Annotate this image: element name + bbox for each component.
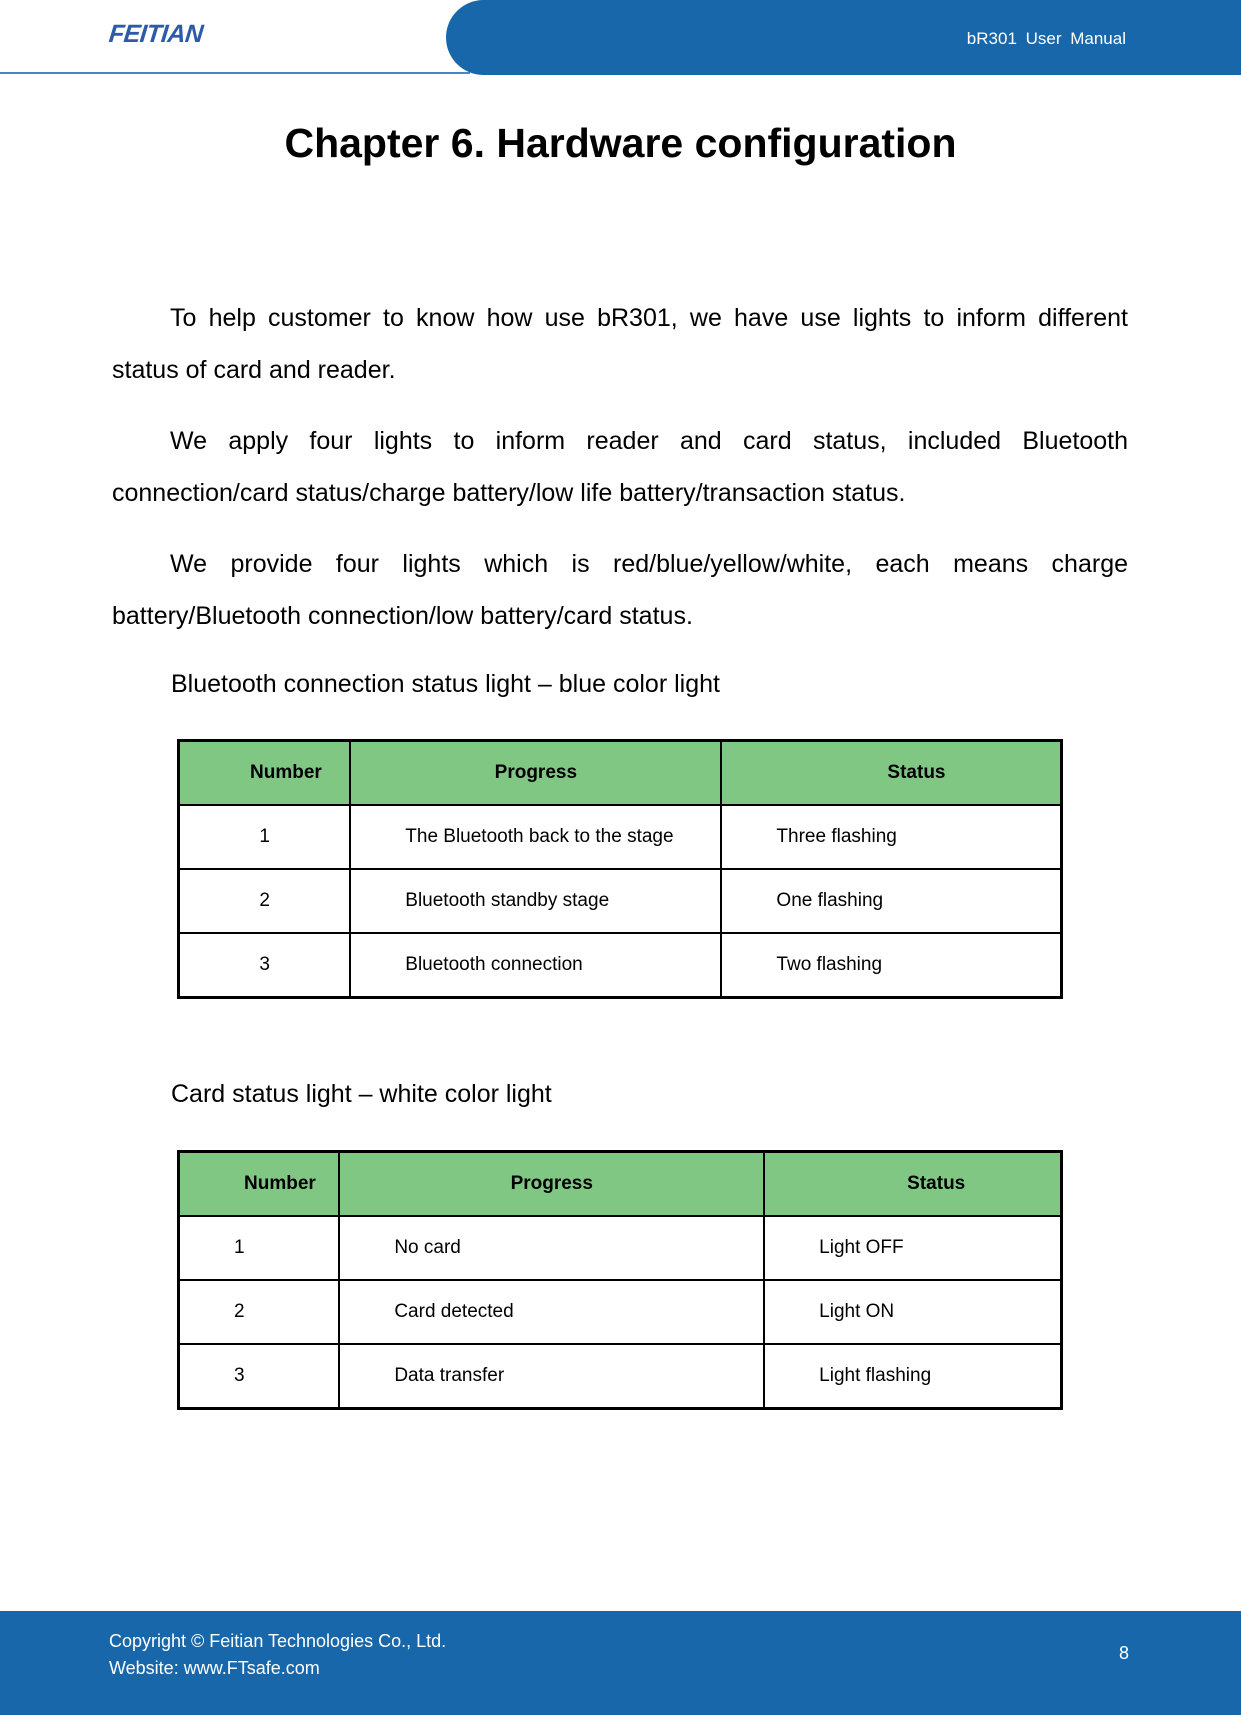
- footer-info: Copyright © Feitian Technologies Co., Lt…: [109, 1628, 446, 1682]
- bluetooth-light-table: Number Progress Status 1 The Bluetooth b…: [177, 739, 1063, 999]
- column-header-number: Number: [177, 1150, 341, 1217]
- header-banner: bR301 User Manual: [446, 0, 1241, 75]
- cell-status: Three flashing: [720, 804, 1063, 870]
- column-header-number: Number: [177, 739, 352, 806]
- cell-number: 1: [177, 804, 352, 870]
- column-header-progress: Progress: [338, 1150, 766, 1217]
- paragraph: To help customer to know how use bR301, …: [112, 292, 1128, 396]
- paragraph-text: We apply four lights to inform reader an…: [112, 427, 1128, 507]
- cell-progress: No card: [338, 1215, 766, 1281]
- cell-status: One flashing: [720, 868, 1063, 934]
- cell-progress: Bluetooth standby stage: [349, 868, 723, 934]
- cell-status: Light ON: [763, 1279, 1063, 1345]
- table-header-row: Number Progress Status: [177, 1150, 1063, 1217]
- table-caption-bluetooth: Bluetooth connection status light – blue…: [171, 670, 720, 698]
- website-text: Website: www.FTsafe.com: [109, 1658, 320, 1678]
- table-caption-card: Card status light – white color light: [171, 1080, 552, 1108]
- cell-progress: Card detected: [338, 1279, 766, 1345]
- table-row: 3 Data transfer Light flashing: [177, 1343, 1063, 1410]
- copyright-text: Copyright © Feitian Technologies Co., Lt…: [109, 1631, 447, 1651]
- cell-status: Light OFF: [763, 1215, 1063, 1281]
- column-header-progress: Progress: [349, 739, 723, 806]
- paragraph-text: We provide four lights which is red/blue…: [112, 550, 1128, 630]
- column-header-status: Status: [720, 739, 1063, 806]
- column-header-status: Status: [763, 1150, 1063, 1217]
- table-row: 2 Card detected Light ON: [177, 1279, 1063, 1345]
- paragraph: We apply four lights to inform reader an…: [112, 415, 1128, 519]
- paragraph: We provide four lights which is red/blue…: [112, 538, 1128, 642]
- page-header: FEITIAN bR301 User Manual: [0, 0, 1241, 75]
- cell-number: 1: [177, 1215, 341, 1281]
- cell-status: Two flashing: [720, 932, 1063, 999]
- card-light-table: Number Progress Status 1 No card Light O…: [177, 1150, 1063, 1410]
- cell-progress: The Bluetooth back to the stage: [349, 804, 723, 870]
- page-footer: Copyright © Feitian Technologies Co., Lt…: [0, 1611, 1241, 1715]
- table-row: 1 The Bluetooth back to the stage Three …: [177, 804, 1063, 870]
- cell-progress: Bluetooth connection: [349, 932, 723, 999]
- paragraph-text: To help customer to know how use bR301, …: [112, 304, 1128, 384]
- page-number: 8: [1118, 1643, 1129, 1663]
- manual-title: bR301 User Manual: [966, 29, 1126, 48]
- header-divider: [0, 72, 470, 74]
- cell-number: 3: [177, 1343, 341, 1410]
- cell-number: 2: [177, 1279, 341, 1345]
- cell-status: Light flashing: [763, 1343, 1063, 1410]
- cell-number: 3: [177, 932, 352, 999]
- table-row: 1 No card Light OFF: [177, 1215, 1063, 1281]
- cell-progress: Data transfer: [338, 1343, 766, 1410]
- chapter-title: Chapter 6. Hardware configuration: [284, 120, 957, 166]
- feitian-logo: FEITIAN: [107, 20, 205, 48]
- table-row: 3 Bluetooth connection Two flashing: [177, 932, 1063, 999]
- table-header-row: Number Progress Status: [177, 739, 1063, 806]
- table-row: 2 Bluetooth standby stage One flashing: [177, 868, 1063, 934]
- cell-number: 2: [177, 868, 352, 934]
